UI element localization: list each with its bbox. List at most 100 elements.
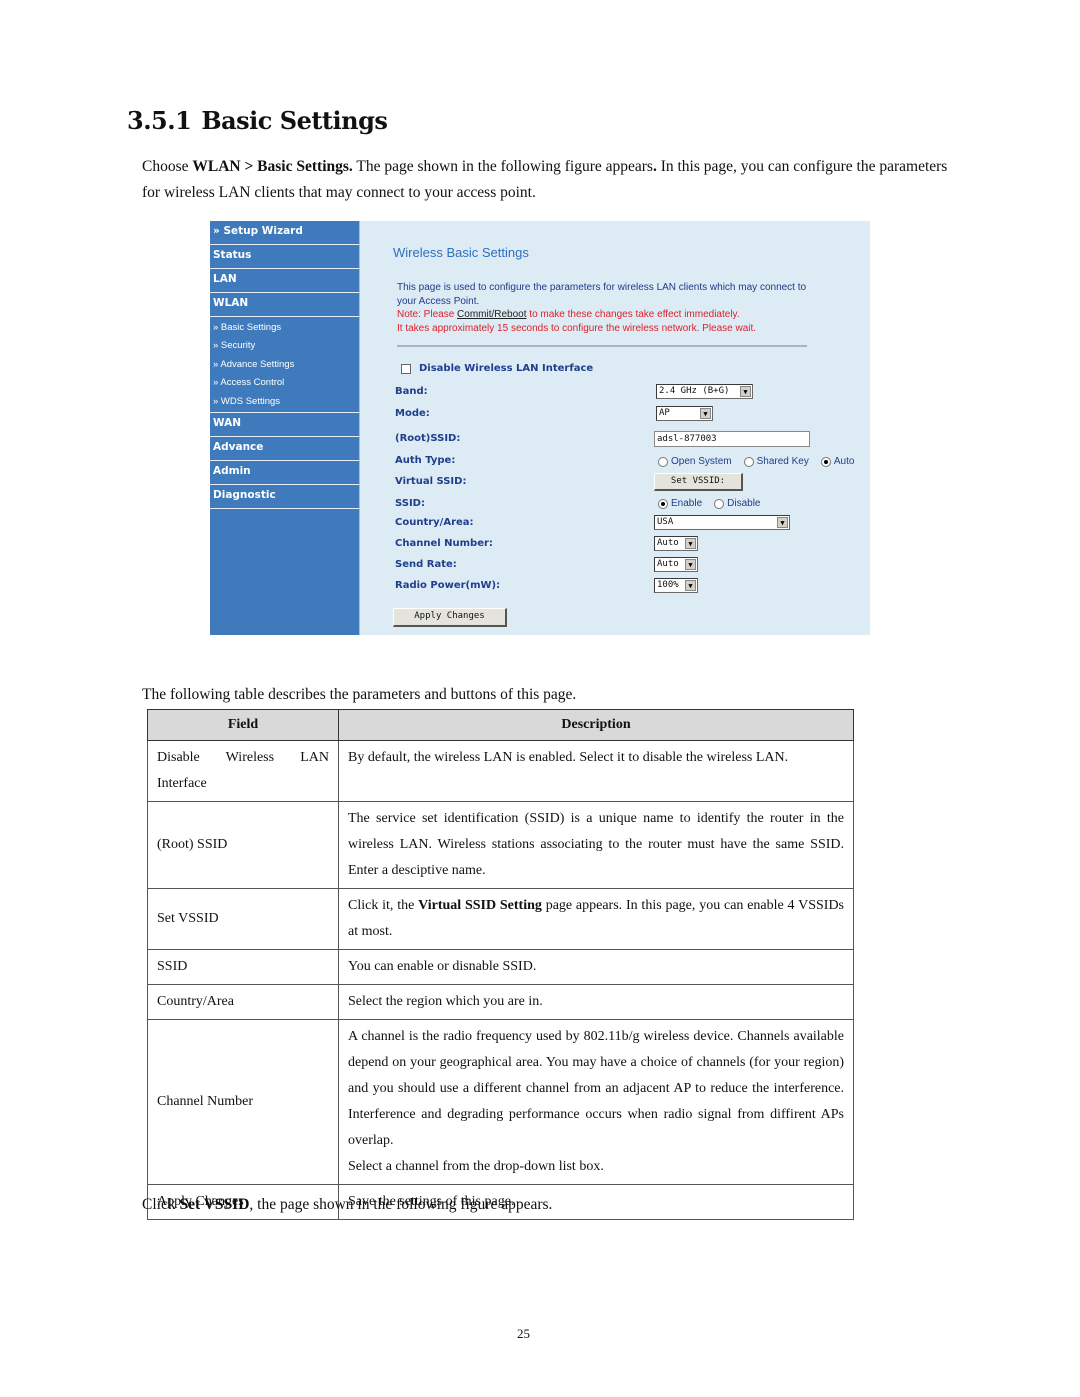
radio-power-select[interactable]: 100% ▼ <box>654 578 698 593</box>
auth-open-system-radio[interactable]: Open System <box>658 456 732 467</box>
note-text: to make these changes take effect immedi… <box>526 309 740 320</box>
description-cell: Click it, the Virtual SSID Setting page … <box>338 888 854 950</box>
channel-value: Auto <box>657 538 679 548</box>
nav-advance-settings[interactable]: » Advance Settings <box>210 356 359 374</box>
disable-wlan-label: Disable Wireless LAN Interface <box>419 363 594 374</box>
table-intro: The following table describes the parame… <box>142 686 577 703</box>
chevron-down-icon: ▼ <box>777 517 788 528</box>
router-note-wait: It takes approximately 15 seconds to con… <box>397 322 757 334</box>
nav-wlan[interactable]: WLAN <box>210 293 359 317</box>
radio-label: Disable <box>727 498 761 509</box>
nav-security[interactable]: » Security <box>210 337 359 355</box>
field-cell: Disable Wireless LAN Interface <box>147 740 339 802</box>
mode-label: Mode: <box>395 408 430 419</box>
wlan-submenu: » Basic Settings » Security » Advance Se… <box>210 317 359 413</box>
mode-value: AP <box>659 408 670 418</box>
description-bold: Virtual SSID Setting <box>418 898 542 913</box>
radio-icon <box>714 498 725 509</box>
intro-text: Choose <box>142 158 193 175</box>
auth-shared-key-radio[interactable]: Shared Key <box>743 456 809 467</box>
send-rate-select[interactable]: Auto ▼ <box>654 557 698 572</box>
field-cell: Country/Area <box>147 984 339 1020</box>
router-description-text: This page is used to configure the param… <box>397 282 807 307</box>
set-vssid-button[interactable]: Set VSSID: <box>654 473 743 491</box>
virtual-ssid-label: Virtual SSID: <box>395 476 467 487</box>
nav-basic-settings[interactable]: » Basic Settings <box>210 319 359 337</box>
intro-text: The page shown in the following figure a… <box>352 158 653 175</box>
table-row: Set VSSID Click it, the Virtual SSID Set… <box>147 888 854 950</box>
send-rate-value: Auto <box>657 559 679 569</box>
apply-changes-button[interactable]: Apply Changes <box>393 608 507 627</box>
description-cell: Select the region which you are in. <box>338 984 854 1020</box>
table-header-row: Field Description <box>147 709 854 741</box>
radio-label: Enable <box>671 498 703 509</box>
table-row: Disable Wireless LAN Interface By defaul… <box>147 740 854 802</box>
ssid-label: SSID: <box>395 498 425 509</box>
intro-paragraph: Choose WLAN > Basic Settings. The page s… <box>142 154 962 206</box>
router-screenshot: » Setup Wizard Status LAN WLAN » Basic S… <box>210 221 870 635</box>
note-text: Note: Please <box>397 309 458 320</box>
outro-text: , the page shown in the following figure… <box>249 1196 553 1213</box>
country-value: USA <box>657 517 674 527</box>
ssid-disable-radio[interactable]: Disable <box>714 498 761 509</box>
channel-select[interactable]: Auto ▼ <box>654 536 698 551</box>
description-cell: You can enable or disnable SSID. <box>338 949 854 985</box>
ssid-enable-radio[interactable]: Enable <box>658 498 702 509</box>
chevron-down-icon: ▼ <box>685 538 696 549</box>
commit-reboot-link[interactable]: Commit/Reboot <box>457 309 526 320</box>
page-number: 25 <box>517 1326 530 1341</box>
description-cell: A channel is the radio frequency used by… <box>338 1019 854 1185</box>
band-value: 2.4 GHz (B+G) <box>659 386 730 396</box>
outro-paragraph: Click Set VSSID, the page shown in the f… <box>142 1192 962 1218</box>
divider <box>397 345 807 347</box>
channel-label: Channel Number: <box>395 538 493 549</box>
country-select[interactable]: USA ▼ <box>654 515 790 530</box>
radio-icon <box>743 456 754 467</box>
nav-wds-settings[interactable]: » WDS Settings <box>210 393 359 411</box>
description-text: Click it, the <box>348 898 419 913</box>
ssid-group: Enable Disable <box>658 498 761 509</box>
field-cell: Channel Number <box>147 1019 339 1185</box>
chevron-down-icon: ▼ <box>685 580 696 591</box>
band-label: Band: <box>395 386 428 397</box>
header-field: Field <box>147 709 339 741</box>
nav-admin[interactable]: Admin <box>210 461 359 485</box>
nav-access-control[interactable]: » Access Control <box>210 374 359 392</box>
nav-status[interactable]: Status <box>210 245 359 269</box>
radio-selected-icon <box>820 456 831 467</box>
header-description: Description <box>338 709 854 741</box>
auth-type-group: Open System Shared Key Auto <box>658 456 854 467</box>
section-heading: 3.5.1 Basic Settings <box>127 106 388 135</box>
disable-wlan-checkbox[interactable] <box>401 364 411 374</box>
nav-advance[interactable]: Advance <box>210 437 359 461</box>
chevron-down-icon: ▼ <box>700 408 711 419</box>
description-cell: By default, the wireless LAN is enabled.… <box>338 740 854 802</box>
auth-auto-radio[interactable]: Auto <box>820 456 854 467</box>
nav-wan[interactable]: WAN <box>210 413 359 437</box>
section-title: Basic Settings <box>201 106 388 135</box>
radio-power-value: 100% <box>657 580 679 590</box>
radio-label: Open System <box>671 456 732 467</box>
chevron-down-icon: ▼ <box>685 559 696 570</box>
radio-power-label: Radio Power(mW): <box>395 580 501 591</box>
parameters-table: Field Description Disable Wireless LAN I… <box>147 709 854 1220</box>
nav-lan[interactable]: LAN <box>210 269 359 293</box>
table-row: (Root) SSID The service set identificati… <box>147 801 854 889</box>
field-cell: SSID <box>147 949 339 985</box>
table-row: Channel Number A channel is the radio fr… <box>147 1019 854 1185</box>
field-cell: (Root) SSID <box>147 801 339 889</box>
root-ssid-input[interactable]: adsl-877003 <box>654 431 810 447</box>
nav-setup-wizard[interactable]: » Setup Wizard <box>210 221 359 245</box>
mode-select[interactable]: AP ▼ <box>656 406 713 421</box>
outro-text: Click <box>142 1196 180 1213</box>
section-number: 3.5.1 <box>127 106 192 135</box>
intro-menu-path: WLAN > Basic Settings. <box>192 158 353 175</box>
description-text: Select a channel from the drop-down list… <box>348 1159 604 1174</box>
root-ssid-label: (Root)SSID: <box>395 433 461 444</box>
band-select[interactable]: 2.4 GHz (B+G) ▼ <box>656 384 753 399</box>
send-rate-label: Send Rate: <box>395 559 457 570</box>
radio-label: Shared Key <box>756 456 809 467</box>
radio-icon <box>658 456 668 467</box>
router-sidebar: » Setup Wizard Status LAN WLAN » Basic S… <box>210 221 360 635</box>
nav-diagnostic[interactable]: Diagnostic <box>210 485 359 509</box>
